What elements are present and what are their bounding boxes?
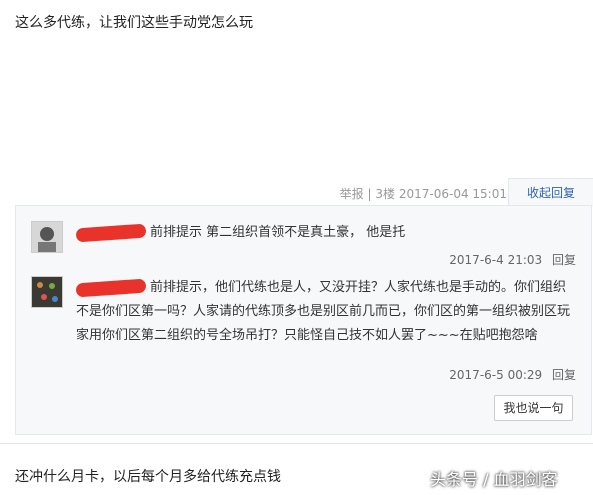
watermark: 头条号 / 血羽剑客 <box>430 470 558 489</box>
reply-text: 前排提示 第二组织首领不是真土豪， 他是托 <box>150 225 406 240</box>
redaction-mark <box>75 278 147 297</box>
post-body: 这么多代练，让我们这些手动党怎么玩 <box>15 15 253 31</box>
post-body: 还冲什么月卡，以后每个月多给代练充点钱 <box>15 469 281 485</box>
post-datetime: 2017-06-04 15:01 <box>398 187 507 201</box>
reply-box: 前排提示 第二组织首领不是真土豪， 他是托 2017-6-4 21:03 回复 … <box>15 205 592 435</box>
reply-text: 前排提示，他们代练也是人，又没开挂？人家代练也是手动的。你们组织不是你们区第一吗… <box>76 280 571 343</box>
reply-meta: 2017-6-5 00:29 回复 <box>449 366 576 383</box>
redaction-mark <box>75 223 147 242</box>
divider <box>0 443 593 444</box>
reply-content: 前排提示 第二组织首领不是真土豪， 他是托 <box>75 221 576 245</box>
reply-content: 前排提示，他们代练也是人，又没开挂？人家代练也是手动的。你们组织不是你们区第一吗… <box>75 276 576 348</box>
reply-link[interactable]: 回复 <box>552 368 576 382</box>
avatar[interactable] <box>31 221 63 253</box>
floor-number: 3楼 <box>375 187 396 201</box>
reply-item: 前排提示，他们代练也是人，又没开挂？人家代练也是手动的。你们组织不是你们区第一吗… <box>31 276 576 386</box>
collapse-replies-button[interactable]: 收起回复 <box>508 178 593 207</box>
reply-link[interactable]: 回复 <box>552 253 576 267</box>
report-link[interactable]: 举报 <box>340 187 364 201</box>
separator: | <box>367 187 372 201</box>
avatar[interactable] <box>31 276 63 308</box>
reply-date: 2017-6-5 00:29 <box>449 368 543 382</box>
reply-date: 2017-6-4 21:03 <box>449 253 543 267</box>
user-avatar-icon <box>38 227 56 252</box>
reply-meta: 2017-6-4 21:03 回复 <box>449 251 576 268</box>
add-reply-button[interactable]: 我也说一句 <box>494 395 573 421</box>
post-meta: 举报 | 3楼 2017-06-04 15:01 <box>340 185 507 202</box>
reply-item: 前排提示 第二组织首领不是真土豪， 他是托 2017-6-4 21:03 回复 <box>31 221 576 271</box>
user-avatar-icon <box>37 282 58 302</box>
